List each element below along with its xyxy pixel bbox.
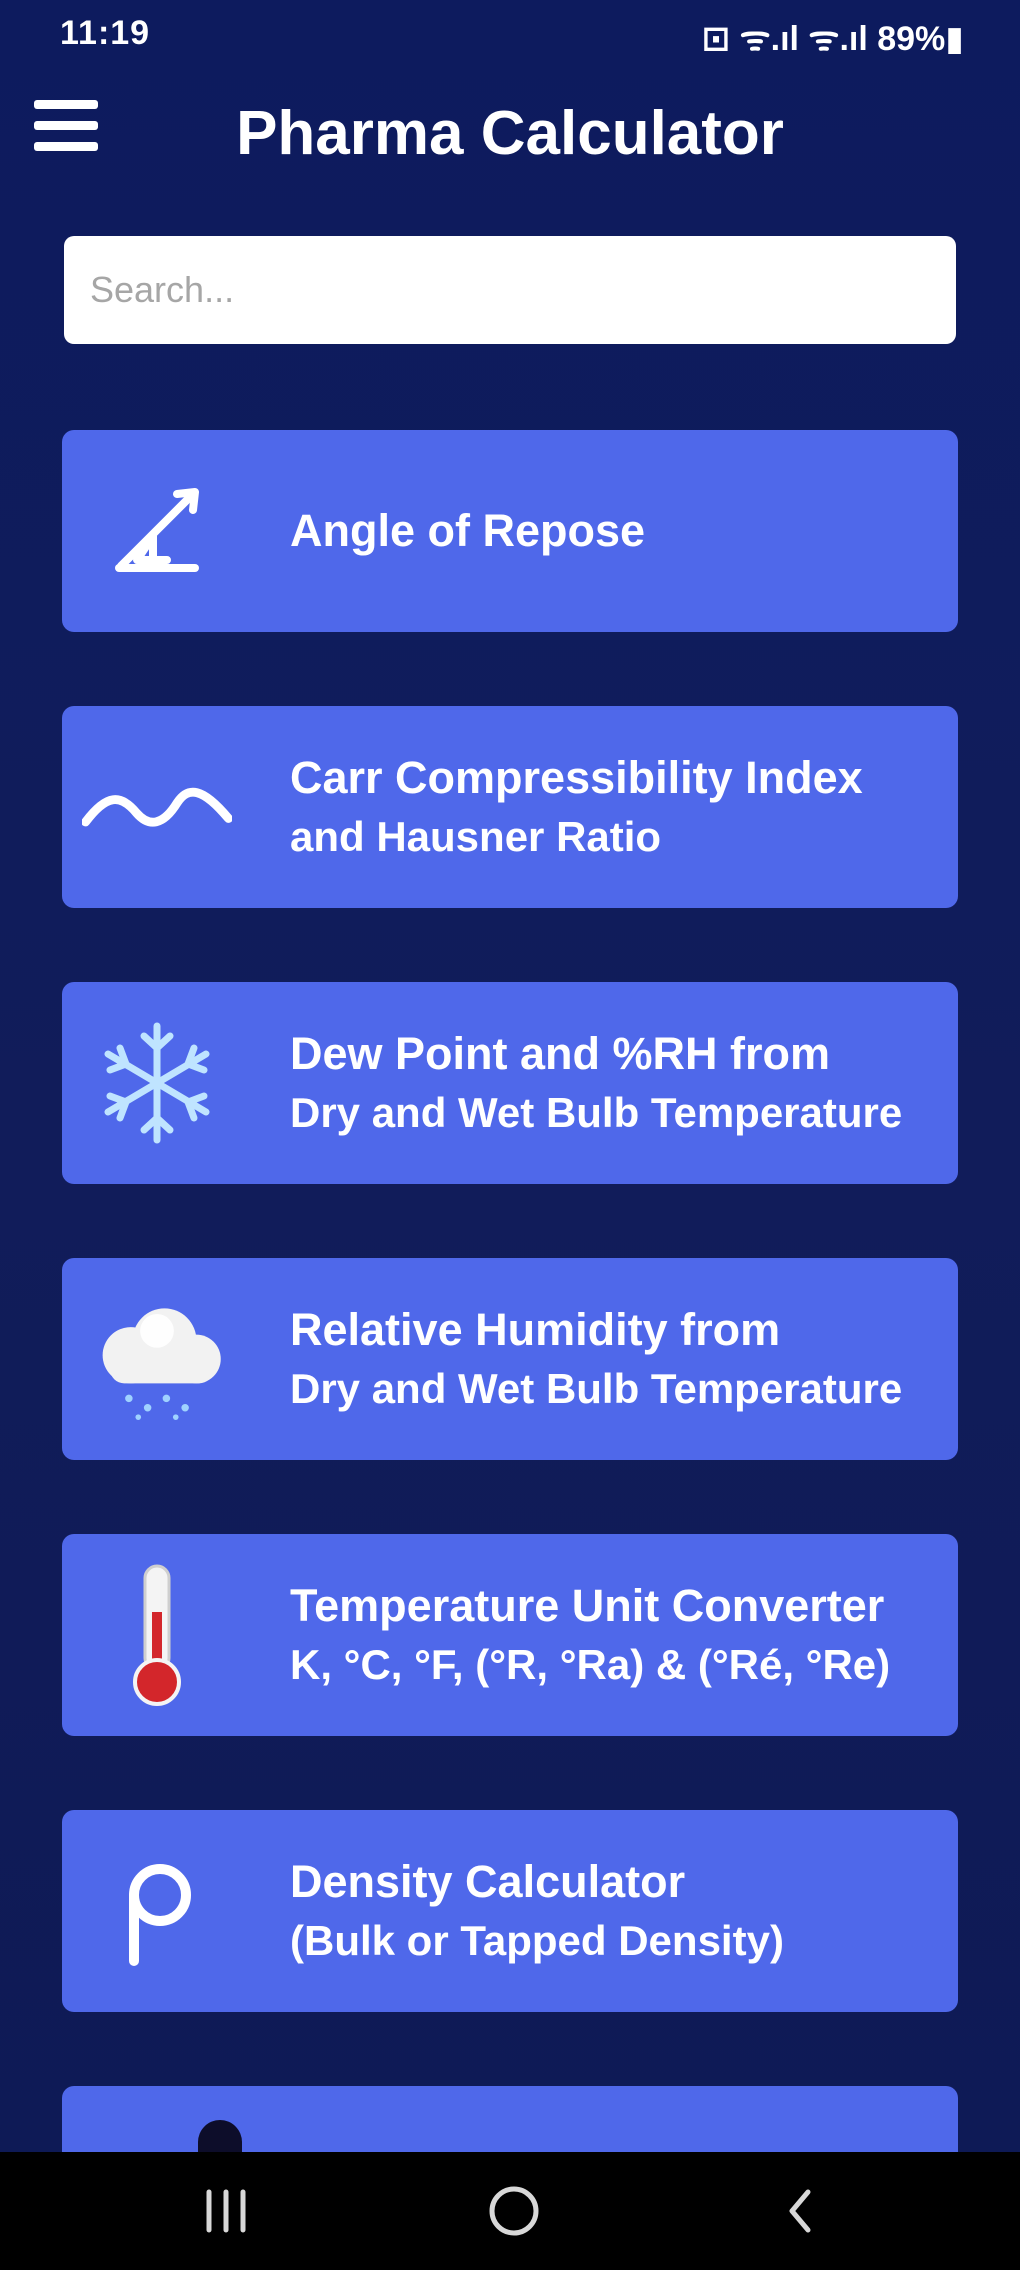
status-indicators: ⊡ ᯤ.ıl ᯤ.ıl 89%▮ <box>701 20 964 58</box>
thermometer-icon <box>82 1534 232 1736</box>
card-text: Relative Humidity from Dry and Wet Bulb … <box>290 1258 938 1460</box>
home-icon[interactable] <box>444 2152 584 2270</box>
rho-icon <box>82 1810 232 2012</box>
card-title: Relative Humidity from <box>290 1304 781 1355</box>
card-text: Carr Compressibility Index and Hausner R… <box>290 706 938 908</box>
card-subtitle: and Hausner Ratio <box>290 813 662 860</box>
wave-icon <box>82 706 232 908</box>
card-angle-of-repose[interactable]: Angle of Repose <box>62 430 958 632</box>
app-bar: Pharma Calculator <box>0 70 1020 200</box>
cloud-rain-icon <box>82 1258 232 1460</box>
card-title: Density Calculator <box>290 1856 686 1907</box>
card-subtitle: (Bulk or Tapped Density) <box>290 1917 784 1964</box>
back-icon[interactable] <box>730 2152 870 2270</box>
card-text: Density Calculator (Bulk or Tapped Densi… <box>290 1810 938 2012</box>
card-subtitle: Dry and Wet Bulb Temperature <box>290 1089 903 1136</box>
card-subtitle: K, °C, °F, (°R, °Ra) & (°Ré, °Re) <box>290 1641 891 1688</box>
angle-icon <box>82 430 232 632</box>
card-subtitle: Dry and Wet Bulb Temperature <box>290 1365 903 1412</box>
app-screen: 11:19 ⊡ ᯤ.ıl ᯤ.ıl 89%▮ Pharma Calculator <box>0 0 1020 2270</box>
card-title: Carr Compressibility Index <box>290 752 863 803</box>
card-carr-index[interactable]: Carr Compressibility Index and Hausner R… <box>62 706 958 908</box>
card-temperature-converter[interactable]: Temperature Unit Converter K, °C, °F, (°… <box>62 1534 958 1736</box>
status-time: 11:19 <box>60 14 151 52</box>
card-text: Angle of Repose <box>290 430 938 632</box>
card-title: Temperature Unit Converter <box>290 1580 885 1631</box>
status-bar: 11:19 ⊡ ᯤ.ıl ᯤ.ıl 89%▮ <box>0 0 1020 64</box>
system-nav-bar <box>0 2152 1020 2270</box>
snowflake-icon <box>82 982 232 1184</box>
card-density-calculator[interactable]: Density Calculator (Bulk or Tapped Densi… <box>62 1810 958 2012</box>
card-title: Angle of Repose <box>290 505 646 556</box>
search-input[interactable] <box>64 236 956 344</box>
recents-icon[interactable] <box>156 2152 296 2270</box>
card-relative-humidity[interactable]: Relative Humidity from Dry and Wet Bulb … <box>62 1258 958 1460</box>
card-text: Dew Point and %RH from Dry and Wet Bulb … <box>290 982 938 1184</box>
card-dew-point[interactable]: Dew Point and %RH from Dry and Wet Bulb … <box>62 982 958 1184</box>
card-text: Temperature Unit Converter K, °C, °F, (°… <box>290 1534 938 1736</box>
card-title: Dew Point and %RH from <box>290 1028 831 1079</box>
page-title: Pharma Calculator <box>236 99 784 168</box>
